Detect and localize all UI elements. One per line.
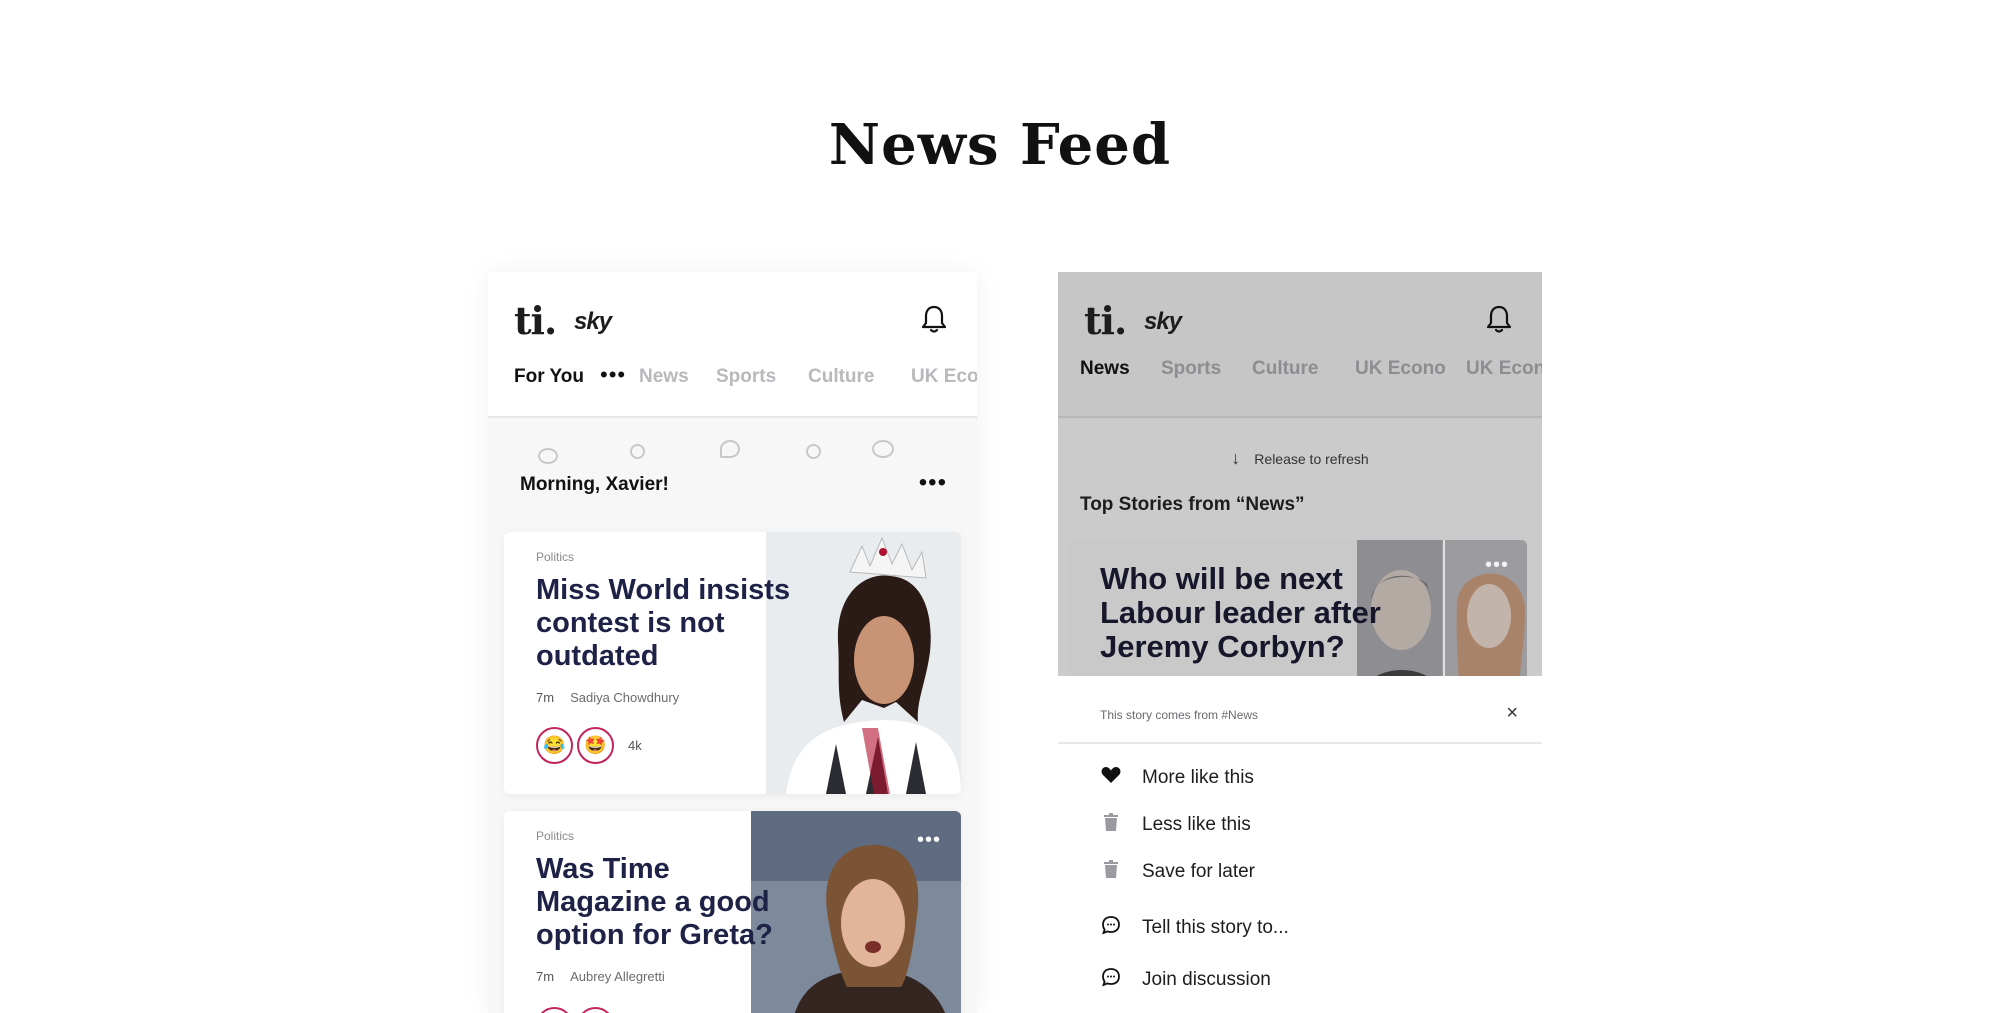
notification-bell-icon[interactable]: [921, 304, 947, 334]
app-header: ti. sky For You ••• News Sports Culture …: [488, 272, 977, 418]
story-title-line: Magazine a good: [536, 886, 770, 918]
reaction-icon[interactable]: [577, 1007, 614, 1013]
category-tabs: News Sports Culture UK Econo UK Econo: [1058, 358, 1542, 388]
story-author[interactable]: Aubrey Allegretti: [570, 969, 665, 984]
story-time: 7m: [536, 969, 555, 984]
option-label: Tell this story to...: [1142, 916, 1289, 938]
story-card[interactable]: Politics Miss World insists contest is n…: [504, 532, 961, 794]
doodle-icon: [720, 440, 740, 458]
doodle-icon: [630, 444, 645, 459]
ti-logo: ti.: [514, 298, 557, 343]
tab-sports[interactable]: Sports: [1161, 358, 1221, 380]
sky-logo: sky: [1144, 308, 1182, 335]
heart-icon: [1100, 766, 1122, 789]
reaction-icon[interactable]: [536, 1007, 573, 1013]
sheet-source-note: This story comes from #News: [1100, 708, 1259, 722]
reaction-count: 4k: [628, 738, 642, 753]
portrait-illustration: [766, 532, 961, 794]
doodle-icon: [538, 448, 558, 464]
divider: [1058, 742, 1542, 744]
story-photo: [766, 532, 961, 794]
option-label: Less like this: [1142, 813, 1251, 835]
tab-uk-economy[interactable]: UK Econo: [911, 366, 977, 388]
reaction-bar: 😂 🤩 4k: [536, 727, 642, 764]
greeting-text: Morning, Xavier!: [520, 474, 669, 495]
story-meta: 7m Aubrey Allegretti: [536, 969, 665, 984]
story-time: 7m: [536, 690, 555, 705]
star-struck-reaction-icon[interactable]: 🤩: [577, 727, 614, 764]
feed-screen: ti. sky For You ••• News Sports Culture …: [488, 272, 977, 1013]
option-more-like-this[interactable]: More like this: [1100, 766, 1254, 796]
trash-icon: [1100, 860, 1122, 883]
more-tabs-icon[interactable]: •••: [600, 362, 626, 388]
tab-culture[interactable]: Culture: [1252, 358, 1319, 380]
close-icon[interactable]: ×: [1506, 702, 1518, 725]
ti-logo: ti.: [1084, 298, 1127, 343]
option-save-for-later[interactable]: Save for later: [1100, 860, 1255, 890]
story-title-line: outdated: [536, 640, 659, 672]
chat-icon: [1100, 967, 1122, 992]
doodle-icon: [872, 440, 894, 458]
trash-icon: [1100, 813, 1122, 836]
story-title-line: Jeremy Corbyn?: [1100, 629, 1345, 664]
story-options-sheet: This story comes from #News × More like …: [1058, 676, 1542, 1013]
story-title-line: Labour leader after: [1100, 595, 1381, 630]
laughing-reaction-icon[interactable]: 😂: [536, 727, 573, 764]
reaction-bar: [536, 1007, 618, 1013]
story-meta: 7m Sadiya Chowdhury: [536, 690, 679, 705]
tab-sports[interactable]: Sports: [716, 366, 776, 388]
app-header: ti. sky News Sports Culture UK Econo UK …: [1058, 272, 1542, 418]
notification-bell-icon[interactable]: [1486, 304, 1512, 334]
story-card[interactable]: ••• Politics Was Time Magazine a good op…: [504, 811, 961, 1013]
greeting-more-icon[interactable]: •••: [919, 471, 947, 495]
option-tell-this-story[interactable]: Tell this story to...: [1100, 915, 1289, 945]
tab-news[interactable]: News: [639, 366, 689, 388]
story-title[interactable]: Who will be next Labour leader after Jer…: [1100, 562, 1400, 664]
doodle-icon: [806, 444, 821, 459]
story-title-line: option for Greta?: [536, 919, 773, 951]
sky-logo: sky: [574, 308, 612, 335]
option-less-like-this[interactable]: Less like this: [1100, 813, 1251, 843]
arrow-down-icon: ↓: [1231, 448, 1241, 468]
story-title-line: contest is not: [536, 607, 725, 639]
pull-to-refresh: ↓ Release to refresh: [1058, 448, 1542, 469]
option-label: Join discussion: [1142, 968, 1271, 990]
story-title-line: Who will be next: [1100, 561, 1343, 596]
story-more-icon[interactable]: •••: [1485, 554, 1509, 577]
tab-for-you[interactable]: For You: [514, 366, 584, 388]
tab-uk-economy[interactable]: UK Econo: [1355, 358, 1446, 380]
story-title[interactable]: Was Time Magazine a good option for Gret…: [536, 853, 773, 952]
story-more-icon[interactable]: •••: [917, 829, 941, 852]
option-join-discussion[interactable]: Join discussion: [1100, 967, 1271, 997]
story-options-screen: ti. sky News Sports Culture UK Econo UK …: [1058, 272, 1542, 1013]
story-category: Politics: [536, 550, 575, 564]
chat-icon: [1100, 915, 1122, 940]
story-title[interactable]: Miss World insists contest is not outdat…: [536, 574, 790, 673]
tab-uk-economy[interactable]: UK Econo: [1466, 358, 1542, 380]
story-author[interactable]: Sadiya Chowdhury: [570, 690, 679, 705]
tab-culture[interactable]: Culture: [808, 366, 875, 388]
option-label: More like this: [1142, 766, 1254, 788]
page-title: News Feed: [828, 112, 1172, 178]
story-category: Politics: [536, 829, 575, 843]
section-heading: Top Stories from “News”: [1080, 494, 1305, 515]
category-tabs: For You ••• News Sports Culture UK Econo: [488, 362, 977, 396]
refresh-label: Release to refresh: [1254, 451, 1369, 467]
tab-news[interactable]: News: [1080, 358, 1130, 380]
story-title-line: Miss World insists: [536, 574, 791, 606]
option-label: Save for later: [1142, 860, 1255, 882]
story-title-line: Was Time: [536, 853, 670, 885]
